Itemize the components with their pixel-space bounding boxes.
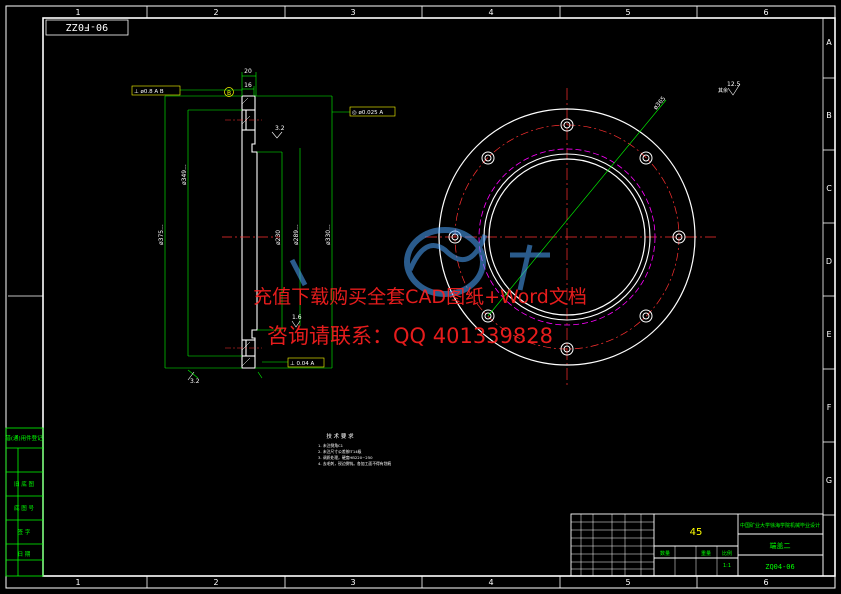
col-label-2: 2 bbox=[213, 8, 218, 17]
strip-label-2: 旧 底 图 bbox=[14, 480, 34, 488]
col-label-1: 1 bbox=[75, 8, 80, 17]
row-label-E: E bbox=[826, 330, 831, 339]
tech-note-1: 1. 未注倒角C1 bbox=[318, 443, 344, 448]
tech-notes: 技 术 要 求 1. 未注倒角C1 2. 未注尺寸公差按IT14级 3. 调质处… bbox=[318, 432, 391, 466]
pcd-label: ø365 bbox=[652, 95, 667, 111]
tb-part-name: 端盖二 bbox=[770, 541, 791, 550]
tb-weight-label: 重量 bbox=[701, 550, 711, 557]
strip-label-3: 底 图 号 bbox=[14, 504, 34, 512]
chamfer-top: 3.2 bbox=[275, 125, 285, 132]
strip-label-4: 签 字 bbox=[18, 528, 31, 536]
title-block: 45 中国矿业大学徐海学院机械毕业设计 端盖二 ZQ04-06 数量 重量 比例… bbox=[570, 513, 824, 577]
chamfer-mid: 1.6 bbox=[292, 314, 302, 321]
tech-note-4: 4. 去毛刺，锐边倒钝。各加工面不得有划痕 bbox=[318, 461, 391, 466]
tb-drawing-no: ZQ04-06 bbox=[765, 563, 795, 571]
roughness-prefix: 其余 bbox=[718, 87, 728, 94]
fcf-parallel: ⊥ ø0.8 A B bbox=[134, 89, 164, 95]
dim-v-289: ø289... bbox=[293, 224, 300, 245]
tb-count-label: 数量 bbox=[660, 550, 670, 557]
col-label-2b: 2 bbox=[213, 578, 218, 587]
dim-top-outer: 20 bbox=[244, 68, 252, 75]
col-label-6: 6 bbox=[763, 8, 768, 17]
fcf-bottom: ⊥ 0.04 A bbox=[290, 361, 315, 367]
row-label-G: G bbox=[826, 476, 832, 485]
tb-material: 45 bbox=[690, 527, 703, 538]
dim-v-349: ø349... bbox=[181, 164, 188, 185]
row-label-C: C bbox=[826, 184, 832, 193]
col-label-5: 5 bbox=[625, 8, 630, 17]
col-label-4b: 4 bbox=[488, 578, 493, 587]
row-label-A: A bbox=[826, 38, 832, 47]
tech-note-2: 2. 未注尺寸公差按IT14级 bbox=[318, 449, 362, 454]
strip-label-1: 借(通)用件登记 bbox=[5, 434, 43, 442]
datum-b-label: B bbox=[227, 90, 231, 97]
chamfer-bot: 3.2 bbox=[190, 378, 200, 385]
row-label-D: D bbox=[826, 257, 832, 266]
tech-notes-title: 技 术 要 求 bbox=[326, 432, 354, 440]
dim-v-230: ø230 bbox=[275, 230, 282, 245]
row-label-F: F bbox=[827, 403, 832, 412]
watermark-line1: 充值下载购买全套CAD图纸+Word文档 bbox=[253, 286, 587, 308]
col-label-6b: 6 bbox=[763, 578, 768, 587]
col-label-4: 4 bbox=[488, 8, 493, 17]
drawing-code: 90-F0ZZ bbox=[66, 21, 108, 32]
watermark-line2: 咨询请联系：QQ 401339828 bbox=[267, 324, 553, 348]
left-strip: 借(通)用件登记 旧 底 图 底 图 号 签 字 日 期 bbox=[5, 427, 44, 577]
cad-drawing-canvas: 1 2 3 4 5 6 1 2 3 4 5 6 A B C D E F G 90… bbox=[5, 5, 836, 589]
dim-v-375: ø375... bbox=[158, 224, 165, 245]
tb-school: 中国矿业大学徐海学院机械毕业设计 bbox=[740, 522, 820, 529]
tech-note-3: 3. 调质处理，硬度HB220~250 bbox=[318, 455, 373, 460]
tb-scale: 1:1 bbox=[723, 563, 731, 569]
col-label-3b: 3 bbox=[350, 578, 355, 587]
fcf-position: ◎ ø0.025 A bbox=[352, 110, 383, 116]
dim-v-330: ø330... bbox=[325, 224, 332, 245]
row-label-B: B bbox=[826, 111, 832, 120]
dim-top-inner: 16 bbox=[244, 82, 252, 89]
roughness-value: 12.5 bbox=[727, 81, 741, 88]
col-label-5b: 5 bbox=[625, 578, 630, 587]
tb-scale-label: 比例 bbox=[722, 550, 732, 557]
strip-label-5: 日 期 bbox=[18, 551, 31, 558]
col-label-1b: 1 bbox=[75, 578, 80, 587]
col-label-3: 3 bbox=[350, 8, 355, 17]
